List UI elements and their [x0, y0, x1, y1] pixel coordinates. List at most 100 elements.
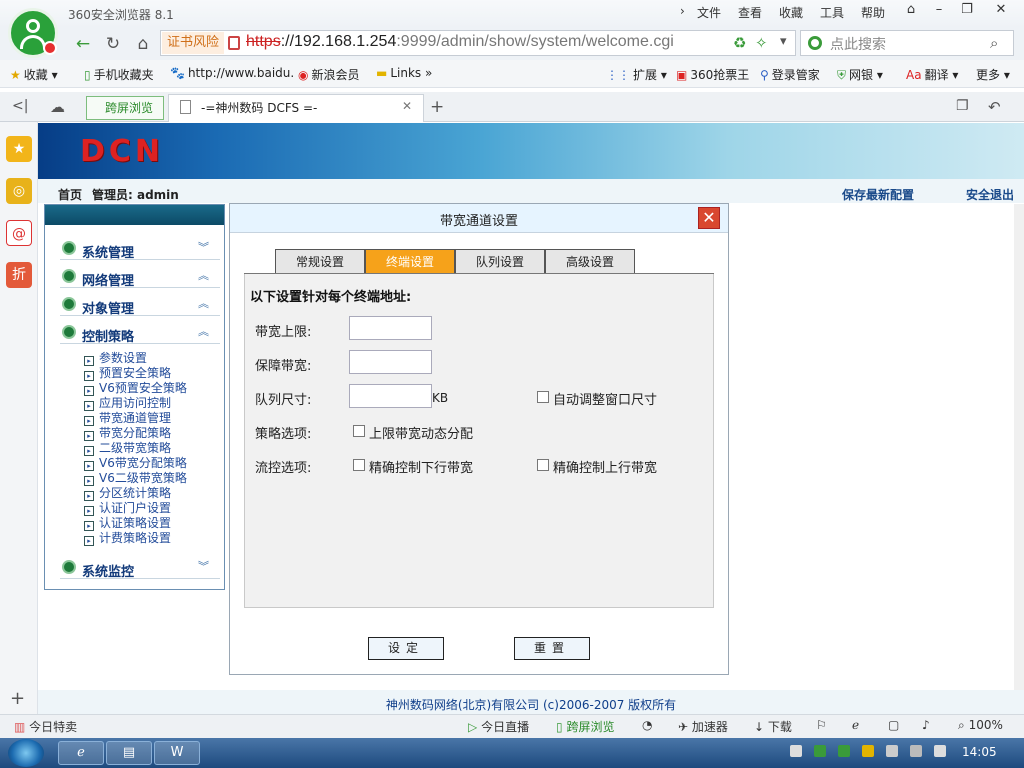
sidebar-item[interactable]: ▸ 预置安全策略	[84, 366, 171, 381]
sidebar-section-monitor[interactable]: 系统监控 ︾	[60, 557, 220, 580]
tab-queue[interactable]: 队列设置	[455, 249, 545, 274]
sidebar-item[interactable]: ▸ 带宽通道管理	[84, 411, 171, 426]
sidebar-item[interactable]: ▸ 分区统计策略	[84, 486, 171, 501]
menu-view[interactable]: 查看	[738, 4, 762, 21]
sidebar-section-policy[interactable]: 控制策略 ︽	[60, 322, 220, 345]
discount-icon[interactable]: 折	[6, 262, 32, 288]
volume-icon[interactable]: ♪	[922, 718, 930, 732]
sidebar-item[interactable]: ▸ 认证门户设置	[84, 501, 171, 516]
url-text[interactable]: https://192.168.1.254:9999/admin/show/sy…	[246, 33, 674, 51]
double-chevron-down-icon[interactable]: ︾	[198, 558, 209, 574]
tab-list-icon[interactable]: <|	[12, 98, 28, 114]
browser-logo-icon[interactable]	[8, 8, 58, 58]
ie-taskbar-icon[interactable]: ℯ	[58, 741, 104, 765]
bw-guarantee-input[interactable]	[349, 350, 432, 374]
cert-warning-badge[interactable]: 证书风险	[162, 32, 224, 54]
flag-icon[interactable]: ⚐	[816, 718, 827, 732]
precise-down-checkbox[interactable]	[353, 459, 365, 471]
restore-tabs-icon[interactable]: ❐	[956, 98, 969, 114]
double-chevron-up-icon[interactable]: ︽	[198, 295, 209, 311]
undo-close-icon[interactable]: ↶	[988, 98, 1001, 116]
sidebar-section-network[interactable]: 网络管理 ︽	[60, 266, 220, 289]
sidebar-item[interactable]: ▸ V6预置安全策略	[84, 381, 187, 396]
precise-up-checkbox[interactable]	[537, 459, 549, 471]
ie-icon[interactable]: ℯ	[852, 718, 859, 732]
bookmark-mobile[interactable]: ▯ 手机收藏夹	[84, 66, 154, 83]
tray-volume-icon[interactable]	[934, 745, 946, 757]
translate-button[interactable]: Aa 翻译 ▾	[906, 66, 958, 83]
bookmark-baidu[interactable]: 🐾 http://www.baidu.	[170, 66, 294, 80]
window-icon[interactable]: ▢	[888, 718, 899, 732]
sidebar-item[interactable]: ▸ 带宽分配策略	[84, 426, 171, 441]
tab-general[interactable]: 常规设置	[275, 249, 365, 274]
new-tab-icon[interactable]: +	[430, 97, 444, 117]
tab-advanced[interactable]: 高级设置	[545, 249, 635, 274]
sidebar-item[interactable]: ▸ 二级带宽策略	[84, 441, 171, 456]
bookmark-links[interactable]: ▬ Links »	[376, 66, 432, 80]
double-chevron-up-icon[interactable]: ︽	[198, 267, 209, 283]
close-window-button[interactable]: ✕	[988, 0, 1014, 20]
menu-file[interactable]: 文件	[697, 4, 721, 21]
tab-active[interactable]: -=神州数码 DCFS =-	[168, 94, 424, 122]
sidebar-item[interactable]: ▸ 计费策略设置	[84, 531, 171, 546]
menu-favorites[interactable]: 收藏	[779, 4, 803, 21]
sidebar-item[interactable]: ▸ 应用访问控制	[84, 396, 171, 411]
tab-terminal[interactable]: 终端设置	[365, 249, 455, 274]
start-button[interactable]	[8, 739, 44, 767]
save-config-link[interactable]: 保存最新配置	[842, 186, 914, 203]
live-button[interactable]: ▷ 今日直播	[468, 718, 529, 735]
dynamic-alloc-checkbox[interactable]	[353, 425, 365, 437]
tray-green-icon[interactable]	[814, 745, 826, 757]
minimize-button[interactable]: –	[926, 0, 952, 20]
speed-mode-icon[interactable]: ✧	[755, 34, 768, 52]
extensions-button[interactable]: ⋮⋮ 扩展 ▾	[606, 66, 667, 83]
auto-window-checkbox[interactable]	[537, 391, 549, 403]
dialog-close-button[interactable]: ✕	[698, 207, 720, 229]
explorer-taskbar-icon[interactable]: ▤	[106, 741, 152, 765]
accelerator-button[interactable]: ✈ 加速器	[678, 718, 728, 735]
add-icon[interactable]: +	[10, 688, 25, 709]
tray-film-icon[interactable]	[790, 745, 802, 757]
word-taskbar-icon[interactable]: W	[154, 741, 200, 765]
search-input[interactable]: 点此搜索	[830, 34, 886, 54]
menu-help[interactable]: 帮助	[861, 4, 885, 21]
search-engine-icon[interactable]	[808, 36, 822, 50]
sidebar-item[interactable]: ▸ V6二级带宽策略	[84, 471, 187, 486]
scrollbar[interactable]	[1014, 204, 1024, 690]
shield-icon[interactable]: ◔	[642, 718, 652, 732]
chevron-right-icon[interactable]: ›	[680, 4, 685, 18]
bw-limit-input[interactable]	[349, 316, 432, 340]
sidebar-section-object[interactable]: 对象管理 ︽	[60, 294, 220, 317]
split-view-button[interactable]: ▯ 跨屏浏览	[556, 718, 614, 735]
login-manager-button[interactable]: ⚲ 登录管家	[760, 66, 820, 83]
logout-link[interactable]: 安全退出	[966, 186, 1014, 203]
menu-tools[interactable]: 工具	[820, 4, 844, 21]
tray-network-icon[interactable]	[910, 745, 922, 757]
weibo-icon[interactable]: ◎	[6, 178, 32, 204]
cloud-icon[interactable]: ☁	[50, 98, 65, 116]
double-chevron-up-icon[interactable]: ︽	[198, 323, 209, 339]
home-link[interactable]: 首页	[58, 186, 82, 203]
sidebar-item[interactable]: ▸ V6带宽分配策略	[84, 456, 187, 471]
tray-flag-icon[interactable]	[886, 745, 898, 757]
sidebar-item[interactable]: ▸ 认证策略设置	[84, 516, 171, 531]
refresh-icon[interactable]: ↻	[100, 32, 126, 56]
maximize-button[interactable]: ❐	[954, 0, 980, 20]
zoom-control[interactable]: ⌕ 100%	[958, 718, 1003, 733]
home-icon[interactable]: ⌂	[130, 32, 156, 56]
tab-split-view[interactable]: 跨屏浏览	[86, 96, 164, 120]
reset-button[interactable]: 重置	[514, 637, 590, 660]
daily-deals-button[interactable]: ▥ 今日特卖	[14, 718, 77, 735]
close-tab-icon[interactable]: ✕	[402, 99, 412, 113]
sidebar-section-system[interactable]: 系统管理 ︾	[60, 238, 220, 261]
pin-icon[interactable]: ⌂	[898, 0, 924, 20]
tray-shield-icon[interactable]	[838, 745, 850, 757]
mail-icon[interactable]: @	[6, 220, 32, 246]
tray-360-icon[interactable]	[862, 745, 874, 757]
chevron-down-icon[interactable]: ▾	[780, 34, 787, 49]
back-icon[interactable]: ←	[70, 32, 96, 56]
netbank-button[interactable]: ⛨ 网银 ▾	[837, 66, 883, 83]
star-icon[interactable]: ★	[6, 136, 32, 162]
download-button[interactable]: ↓ 下载	[754, 718, 792, 735]
more-button[interactable]: 更多 ▾	[976, 66, 1010, 83]
